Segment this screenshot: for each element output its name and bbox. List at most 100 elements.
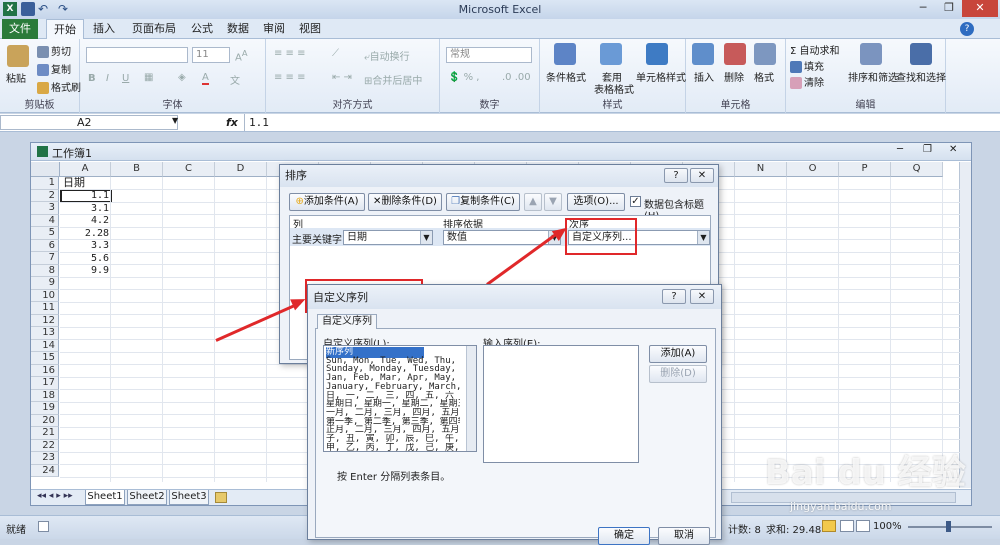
tab-file[interactable]: 文件 [2,19,38,39]
custom-list-item[interactable]: 甲, 乙, 丙, 丁, 戊, 己, 庚, 辛, [326,443,460,454]
row-header-20[interactable]: 20 [31,414,59,427]
row-header-11[interactable]: 11 [31,302,59,315]
row-header-6[interactable]: 6 [31,239,59,252]
row-header-21[interactable]: 21 [31,427,59,440]
row-header-10[interactable]: 10 [31,289,59,302]
row-header-7[interactable]: 7 [31,252,59,265]
vertical-scrollbar[interactable] [959,162,971,488]
tab-page-layout[interactable]: 页面布局 [126,19,182,39]
copy-level-button[interactable]: ❐复制条件(C) [446,193,520,211]
orientation-icon[interactable]: ⟋ [332,48,339,59]
name-box-dropdown-icon[interactable]: ▼ [172,116,178,125]
row-header-16[interactable]: 16 [31,364,59,377]
sort-filter-button[interactable]: 排序和筛选 [848,69,898,84]
row-header-8[interactable]: 8 [31,264,59,277]
cancel-button[interactable]: 取消 [658,527,710,545]
delete-list-button[interactable]: 删除(D) [649,365,707,383]
macro-record-icon[interactable] [38,521,49,532]
page-break-view-icon[interactable] [856,520,870,532]
italic-icon[interactable]: I [106,73,109,84]
row-header-15[interactable]: 15 [31,352,59,365]
row-header-18[interactable]: 18 [31,389,59,402]
delete-cells-icon[interactable] [724,43,746,65]
options-button[interactable]: 选项(O)... [567,193,625,211]
cell-styles-button[interactable]: 单元格样式 [636,69,686,84]
decimal-icon[interactable]: .0 .00 [502,72,531,83]
tab-data[interactable]: 数据 [220,19,256,39]
row-header-24[interactable]: 24 [31,464,59,477]
name-box[interactable]: A2 [0,115,178,130]
indent-icon[interactable]: ⇤ ⇥ [332,72,352,83]
formula-input[interactable]: 1.1 [244,114,984,131]
row-header-9[interactable]: 9 [31,277,59,290]
insert-cells-icon[interactable] [692,43,714,65]
align-left-icon[interactable]: ≡ ≡ ≡ [274,72,306,83]
underline-icon[interactable]: U [122,73,129,84]
row-header-1[interactable]: 1 [31,177,59,190]
delete-cells-button[interactable]: 删除 [724,69,744,84]
paste-button[interactable]: 粘贴 [6,70,26,85]
custom-lists-tab[interactable]: 自定义序列 [317,314,377,329]
column-header-o[interactable]: O [787,162,839,177]
sort-filter-icon[interactable] [860,43,882,65]
workbook-close-button[interactable]: ✕ [949,144,957,155]
column-header-n[interactable]: N [735,162,787,177]
page-layout-view-icon[interactable] [840,520,854,532]
custom-help-button[interactable]: ? [662,289,686,304]
sheet-tab-2[interactable]: Sheet2 [127,490,167,505]
column-dropdown[interactable]: 日期 ▼ [343,230,433,245]
delete-level-button[interactable]: ✕删除条件(D) [368,193,442,211]
sheet-tab-1[interactable]: Sheet1 [85,490,125,505]
find-select-button[interactable]: 查找和选择 [896,69,946,84]
row-header-17[interactable]: 17 [31,377,59,390]
row-header-23[interactable]: 23 [31,452,59,465]
insert-cells-button[interactable]: 插入 [694,69,714,84]
cell-A1[interactable]: 日期 [63,177,85,190]
help-icon[interactable]: ? [960,22,974,36]
autosum-button[interactable]: Σ 自动求和 [790,42,840,57]
restore-button[interactable]: ❐ [936,0,962,17]
sheet-tab-3[interactable]: Sheet3 [169,490,209,505]
font-color-icon[interactable]: A [202,72,209,85]
currency-icon[interactable]: 💲 % , [448,72,480,83]
format-cells-icon[interactable] [754,43,776,65]
select-all-corner[interactable] [31,162,60,177]
move-up-button[interactable]: ▲ [524,193,542,211]
tab-home[interactable]: 开始 [46,19,84,40]
row-header-19[interactable]: 19 [31,402,59,415]
tab-review[interactable]: 审阅 [256,19,292,39]
fill-color-icon[interactable]: ◈ [178,72,186,83]
custom-lists-listbox[interactable]: 新序列Sun, Mon, Tue, Wed, Thu, Fri, SSunday… [323,345,477,454]
font-size-combo[interactable]: 11 [192,47,230,63]
format-table-button-2[interactable]: 表格格式 [594,81,634,96]
conditional-format-icon[interactable] [554,43,576,65]
font-name-combo[interactable] [86,47,188,63]
sort-close-button[interactable]: ✕ [690,168,714,183]
merge-center-button[interactable]: ⊞合并后居中 [364,72,422,87]
paste-icon[interactable] [7,45,29,67]
entries-textarea[interactable] [483,345,639,463]
grow-font-icon[interactable]: AA [235,48,248,63]
format-table-icon[interactable] [600,43,622,65]
bold-icon[interactable]: B [88,73,96,84]
fill-button[interactable]: 填充 [790,58,824,73]
zoom-slider-thumb[interactable] [946,521,951,532]
row-header-4[interactable]: 4 [31,214,59,227]
format-painter-button[interactable]: 格式刷 [37,79,81,94]
normal-view-icon[interactable] [822,520,836,532]
column-header-c[interactable]: C [163,162,215,177]
copy-button[interactable]: 复制 [37,61,71,76]
column-header-q[interactable]: Q [891,162,943,177]
row-header-13[interactable]: 13 [31,327,59,340]
minimize-button[interactable]: ─ [910,0,936,17]
column-header-d[interactable]: D [215,162,267,177]
fx-icon[interactable]: fx [226,116,238,129]
ok-button[interactable]: 确定 [598,527,650,545]
tab-insert[interactable]: 插入 [86,19,122,39]
wrap-text-button[interactable]: ⤶自动换行 [364,48,410,63]
conditional-format-button[interactable]: 条件格式 [546,69,586,84]
add-list-button[interactable]: 添加(A) [649,345,707,363]
sort-help-button[interactable]: ? [664,168,688,183]
row-header-3[interactable]: 3 [31,202,59,215]
listbox-scrollbar[interactable] [466,346,476,451]
